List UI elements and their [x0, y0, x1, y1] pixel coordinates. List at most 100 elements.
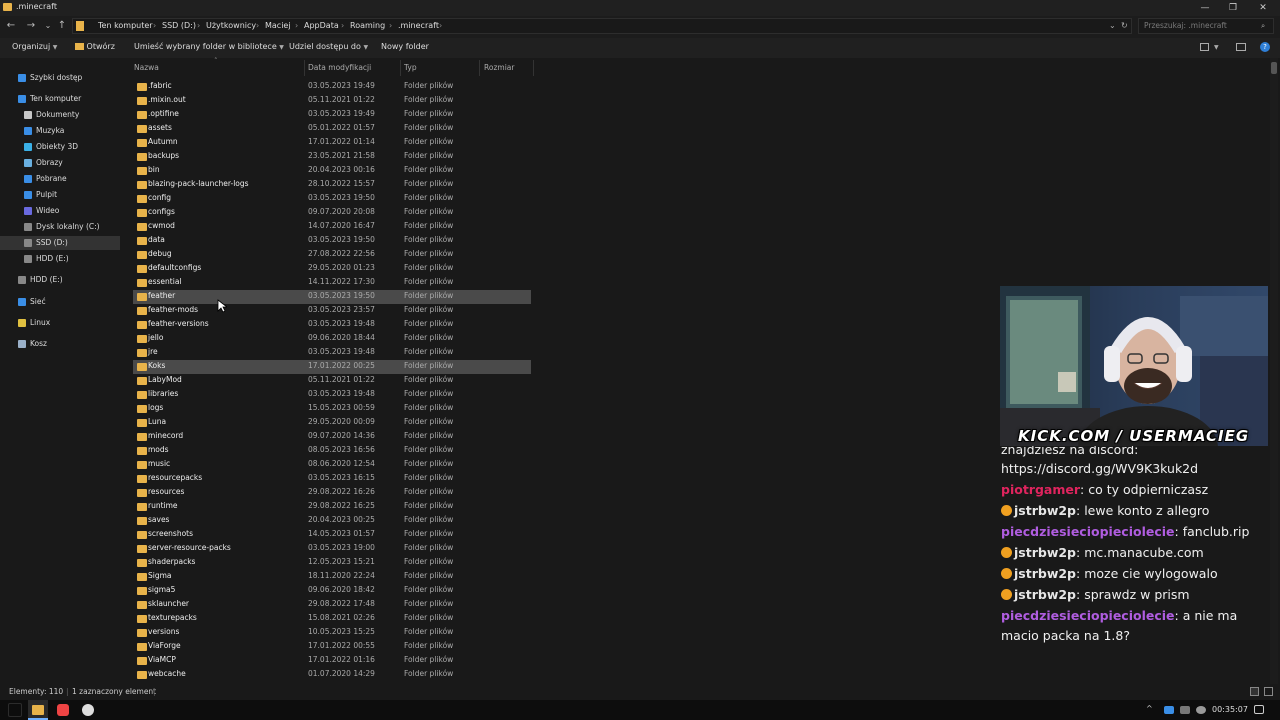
file-row[interactable]: defaultconfigs 29.05.2020 01:23 Folder pli…: [133, 262, 531, 276]
file-row[interactable]: jello 09.06.2020 18:44 Folder plików: [133, 332, 531, 346]
file-row[interactable]: .optifine 03.05.2023 19:49 Folder plików: [133, 108, 531, 122]
file-row[interactable]: .fabric 03.05.2023 19:49 Folder plików: [133, 80, 531, 94]
file-row[interactable]: saves 20.04.2023 00:25 Folder plików: [133, 514, 531, 528]
sidebar-item[interactable]: HDD (E:): [0, 273, 120, 287]
sidebar-item[interactable]: Wideo: [0, 204, 120, 218]
file-row[interactable]: versions 10.05.2023 15:25 Folder plików: [133, 626, 531, 640]
sidebar-item[interactable]: Dysk lokalny (C:): [0, 220, 120, 234]
sidebar-item[interactable]: Dokumenty: [0, 108, 120, 122]
file-row[interactable]: cwmod 14.07.2020 16:47 Folder plików: [133, 220, 531, 234]
file-row[interactable]: screenshots 14.05.2023 01:57 Folder plików: [133, 528, 531, 542]
file-row[interactable]: jre 03.05.2023 19:48 Folder plików: [133, 346, 531, 360]
sidebar-item[interactable]: Muzyka: [0, 124, 120, 138]
up-button[interactable]: ↑: [55, 19, 69, 33]
include-in-library-button[interactable]: Umieść wybrany folder w bibliotece ▼: [134, 42, 284, 51]
breadcrumb-item[interactable]: AppData: [304, 21, 339, 30]
file-row[interactable]: texturepacks 15.08.2021 02:26 Folder plikó…: [133, 612, 531, 626]
chevron-down-icon[interactable]: ▼: [1214, 44, 1219, 51]
file-row[interactable]: bin 20.04.2023 00:16 Folder plików: [133, 164, 531, 178]
file-row[interactable]: assets 05.01.2022 01:57 Folder plików: [133, 122, 531, 136]
file-row[interactable]: Autumn 17.01.2022 01:14 Folder plików: [133, 136, 531, 150]
help-icon[interactable]: ?: [1260, 42, 1270, 52]
sidebar-item[interactable]: Kosz: [0, 337, 120, 351]
sidebar-item[interactable]: Szybki dostęp: [0, 71, 120, 85]
details-view-icon[interactable]: [1250, 687, 1259, 696]
sidebar-item[interactable]: Obiekty 3D: [0, 140, 120, 154]
breadcrumb-item[interactable]: Roaming: [350, 21, 385, 30]
share-button[interactable]: Udziel dostępu do ▼: [289, 42, 368, 51]
file-explorer-taskbar-button[interactable]: [28, 700, 48, 720]
organize-button[interactable]: Organizuj ▼: [12, 42, 57, 51]
file-row[interactable]: logs 15.05.2023 00:59 Folder plików: [133, 402, 531, 416]
volume-icon[interactable]: [1196, 706, 1206, 714]
file-row[interactable]: Luna 29.05.2020 00:09 Folder plików: [133, 416, 531, 430]
sidebar-item[interactable]: Pobrane: [0, 172, 120, 186]
file-row[interactable]: data 03.05.2023 19:50 Folder plików: [133, 234, 531, 248]
file-row[interactable]: resourcepacks 03.05.2023 16:15 Folder plik…: [133, 472, 531, 486]
column-divider[interactable]: [400, 60, 401, 76]
file-row[interactable]: resources 29.08.2022 16:26 Folder plików: [133, 486, 531, 500]
file-row[interactable]: mods 08.05.2023 16:56 Folder plików: [133, 444, 531, 458]
sidebar-item[interactable]: SSD (D:): [0, 236, 120, 250]
column-divider[interactable]: [304, 60, 305, 76]
view-options-icon[interactable]: [1200, 43, 1209, 51]
search-input[interactable]: Przeszukaj: .minecraft ⌕: [1138, 18, 1274, 34]
file-row[interactable]: sigma5 09.06.2020 18:42 Folder plików: [133, 584, 531, 598]
vertical-scrollbar[interactable]: [1270, 58, 1278, 684]
sidebar-item[interactable]: Sieć: [0, 295, 120, 309]
file-row[interactable]: server-resource-packs 03.05.2023 19:00 Fol…: [133, 542, 531, 556]
file-row[interactable]: blazing-pack-launcher-logs 28.10.2022 15:…: [133, 178, 531, 192]
address-dropdown-icon[interactable]: ⌄: [1109, 21, 1116, 30]
file-row[interactable]: shaderpacks 12.05.2023 15:21 Folder plików: [133, 556, 531, 570]
file-row[interactable]: minecord 09.07.2020 14:36 Folder plików: [133, 430, 531, 444]
file-row[interactable]: ViaForge 17.01.2022 00:55 Folder plików: [133, 640, 531, 654]
app-icon[interactable]: [82, 704, 94, 716]
column-divider[interactable]: [533, 60, 534, 76]
file-row[interactable]: essential 14.11.2022 17:30 Folder plików: [133, 276, 531, 290]
scrollbar-thumb[interactable]: [1271, 62, 1277, 74]
start-button[interactable]: [8, 703, 22, 717]
maximize-button[interactable]: ❐: [1218, 0, 1248, 16]
file-row[interactable]: ViaMCP 17.01.2022 01:16 Folder plików: [133, 654, 531, 668]
file-row[interactable]: feather-versions 03.05.2023 19:48 Folder p…: [133, 318, 531, 332]
breadcrumb-item[interactable]: .minecraft: [398, 21, 439, 30]
file-row[interactable]: feather 03.05.2023 19:50 Folder plików: [133, 290, 531, 304]
refresh-icon[interactable]: ↻: [1121, 21, 1128, 30]
sidebar-item[interactable]: Ten komputer: [0, 92, 120, 106]
breadcrumb-item[interactable]: Maciej: [265, 21, 291, 30]
column-header-date[interactable]: Data modyfikacji: [308, 63, 371, 72]
forward-button[interactable]: →: [24, 19, 38, 33]
column-header-name[interactable]: Nazwa: [134, 63, 159, 72]
sidebar-item[interactable]: HDD (E:): [0, 252, 120, 266]
breadcrumb-item[interactable]: Użytkownicy: [206, 21, 256, 30]
file-row[interactable]: music 08.06.2020 12:54 Folder plików: [133, 458, 531, 472]
column-divider[interactable]: [479, 60, 480, 76]
notifications-icon[interactable]: [1254, 705, 1264, 714]
tray-app-icon[interactable]: [1180, 706, 1190, 714]
file-row[interactable]: backups 23.05.2021 21:58 Folder plików: [133, 150, 531, 164]
sidebar-item[interactable]: Pulpit: [0, 188, 120, 202]
address-bar[interactable]: Ten komputer SSD (D:) Użytkownicy Maciej…: [72, 18, 1132, 34]
column-header-size[interactable]: Rozmiar: [484, 63, 514, 72]
sidebar-item[interactable]: Obrazy: [0, 156, 120, 170]
back-button[interactable]: ←: [4, 19, 18, 33]
preview-pane-icon[interactable]: [1236, 43, 1246, 51]
open-button[interactable]: Otwórz: [75, 42, 115, 51]
tray-app-icon[interactable]: [1164, 706, 1174, 714]
file-row[interactable]: Sigma 18.11.2020 22:24 Folder plików: [133, 570, 531, 584]
minimize-button[interactable]: —: [1190, 0, 1220, 16]
file-row[interactable]: config 03.05.2023 19:50 Folder plików: [133, 192, 531, 206]
brave-browser-icon[interactable]: [57, 704, 69, 716]
column-header-type[interactable]: Typ: [404, 63, 417, 72]
new-folder-button[interactable]: Nowy folder: [381, 42, 429, 51]
file-row[interactable]: libraries 03.05.2023 19:48 Folder plików: [133, 388, 531, 402]
file-row[interactable]: sklauncher 29.08.2022 17:48 Folder plików: [133, 598, 531, 612]
large-icons-view-icon[interactable]: [1264, 687, 1273, 696]
recent-locations-button[interactable]: ⌄: [41, 19, 55, 33]
close-button[interactable]: ✕: [1248, 0, 1278, 16]
file-row[interactable]: configs 09.07.2020 20:08 Folder plików: [133, 206, 531, 220]
file-row[interactable]: Koks 17.01.2022 00:25 Folder plików: [133, 360, 531, 374]
tray-chevron-up-icon[interactable]: ^: [1146, 704, 1153, 713]
file-row[interactable]: LabyMod 05.11.2021 01:22 Folder plików: [133, 374, 531, 388]
file-row[interactable]: runtime 29.08.2022 16:25 Folder plików: [133, 500, 531, 514]
